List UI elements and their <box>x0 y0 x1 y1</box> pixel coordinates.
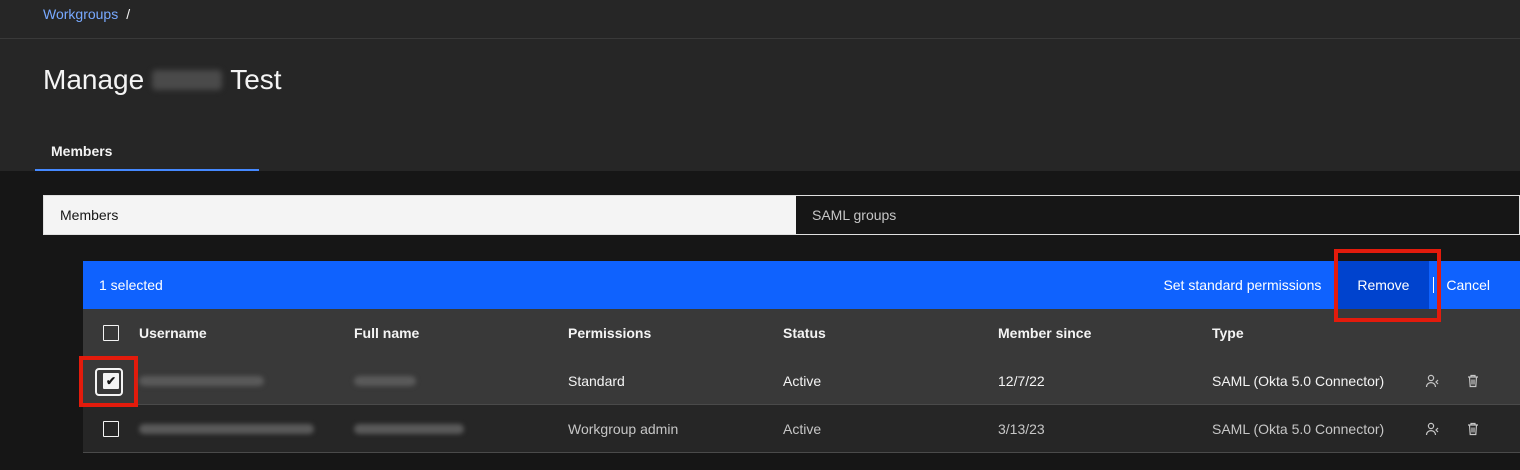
table-row[interactable]: ✔ Standard Active 12/7/22 SAML (Okta 5.0… <box>79 356 1520 407</box>
select-all-checkbox[interactable] <box>103 325 119 341</box>
row-status: Active <box>783 420 822 437</box>
page-title-prefix: Manage <box>43 64 145 95</box>
header-member-since[interactable]: Member since <box>998 325 1212 341</box>
row-checkbox-cell: ✔ <box>79 356 139 407</box>
batch-action-bar: 1 selected Set standard permissions Remo… <box>83 249 1520 322</box>
row-type: SAML (Okta 5.0 Connector) <box>1212 420 1385 437</box>
trash-icon[interactable] <box>1462 418 1484 440</box>
row-full-name <box>354 373 568 389</box>
remove-button[interactable]: Remove <box>1337 261 1430 309</box>
row-member-since: 3/13/23 <box>998 420 1045 437</box>
header-type[interactable]: Type <box>1212 325 1422 341</box>
breadcrumb-workgroups-link[interactable]: Workgroups <box>43 6 118 22</box>
tab-members[interactable]: Members <box>35 134 259 171</box>
page-header: Workgroups / Manage Test Members <box>0 0 1520 171</box>
row-full-name <box>354 421 568 437</box>
switcher-members[interactable]: Members <box>44 196 796 234</box>
switcher-saml-groups[interactable]: SAML groups <box>796 196 1519 234</box>
row-actions <box>1422 418 1484 440</box>
row-checkbox-cell <box>83 405 139 452</box>
row-permissions: Workgroup admin <box>568 420 679 437</box>
header-divider <box>0 38 1520 39</box>
page-title: Manage Test <box>43 64 282 96</box>
select-all-cell <box>83 309 139 357</box>
page-title-suffix: Test <box>230 64 282 95</box>
row-username <box>139 373 354 389</box>
row-permissions: Standard <box>568 372 625 389</box>
header-username[interactable]: Username <box>139 325 354 341</box>
header-permissions[interactable]: Permissions <box>568 325 783 341</box>
cancel-button[interactable]: Cancel <box>1434 261 1520 309</box>
checkmark-icon: ✔ <box>105 373 117 388</box>
set-standard-permissions-button[interactable]: Set standard permissions <box>1147 261 1337 309</box>
row-username <box>139 421 354 437</box>
row-actions <box>1422 370 1484 392</box>
table-row[interactable]: Workgroup admin Active 3/13/23 SAML (Okt… <box>83 405 1520 453</box>
row-checkbox[interactable]: ✔ <box>103 372 119 389</box>
selection-count: 1 selected <box>99 277 163 293</box>
members-table: 1 selected Set standard permissions Remo… <box>79 249 1520 453</box>
row-status: Active <box>783 372 822 389</box>
table-header: Username Full name Permissions Status Me… <box>83 309 1520 357</box>
row-member-since: 12/7/22 <box>998 372 1045 389</box>
content-switcher: Members SAML groups <box>43 195 1520 235</box>
user-role-icon[interactable] <box>1422 418 1444 440</box>
breadcrumb-separator: / <box>126 6 131 22</box>
trash-icon[interactable] <box>1462 370 1484 392</box>
header-full-name[interactable]: Full name <box>354 325 568 341</box>
user-role-icon[interactable] <box>1422 370 1444 392</box>
row-type: SAML (Okta 5.0 Connector) <box>1212 372 1385 389</box>
row-checkbox[interactable] <box>103 420 119 437</box>
redacted-workgroup-name <box>152 70 223 90</box>
header-status[interactable]: Status <box>783 325 998 341</box>
breadcrumb: Workgroups / <box>43 6 130 22</box>
